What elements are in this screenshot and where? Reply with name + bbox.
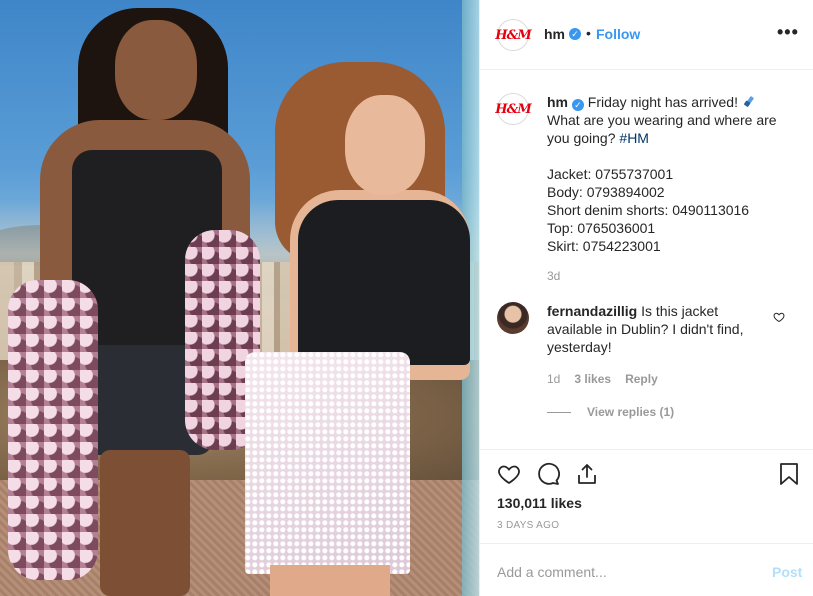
comment-timestamp[interactable]: 1d [547, 372, 560, 386]
comments-section[interactable]: H&M hm ✓ Friday night has arrived! What … [480, 71, 813, 448]
like-button[interactable] [496, 461, 522, 487]
reply-button[interactable]: Reply [625, 372, 658, 386]
caption-timestamp[interactable]: 3d [547, 269, 560, 283]
model-2-skirt [245, 352, 410, 574]
share-icon [578, 464, 596, 484]
verified-icon: ✓ [571, 99, 584, 111]
brand-logo: H&M [495, 27, 531, 43]
post-header: H&M hm ✓ • Follow ••• [480, 0, 813, 70]
caption-item-body: Body: 0793894002 [547, 184, 665, 200]
post-date[interactable]: 3 DAYS AGO [497, 520, 559, 531]
caption-line-2: What are you wearing and where are you g… [547, 112, 777, 146]
profile-avatar[interactable]: H&M [495, 19, 532, 51]
profile-username[interactable]: hm [544, 26, 565, 42]
heart-icon [498, 465, 520, 485]
instagram-post: H&M hm ✓ • Follow ••• H&M hm ✓ Friday ni… [0, 0, 813, 596]
caption-text: hm ✓ Friday night has arrived! What are … [547, 93, 797, 255]
caption-username[interactable]: hm [547, 94, 568, 110]
caption-avatar[interactable]: H&M [495, 93, 532, 125]
comment-button[interactable] [535, 461, 561, 487]
comment-text: fernandazillig Is this jacket available … [547, 302, 767, 356]
view-replies-label: View replies (1) [587, 405, 675, 419]
view-replies-button[interactable]: View replies (1) [547, 405, 674, 419]
lipstick-emoji-icon [743, 96, 754, 107]
comment-bubble-icon [538, 462, 560, 485]
caption-line-1: Friday night has arrived! [587, 94, 738, 110]
brand-logo: H&M [495, 101, 531, 117]
comment-meta: 1d 3 likes Reply [547, 372, 658, 386]
comment-input[interactable] [497, 564, 747, 580]
comment-like-icon[interactable] [773, 311, 785, 323]
caption-item-shorts: Short denim shorts: 0490113016 [547, 202, 750, 218]
post-actions: 130,011 likes 3 DAYS AGO [480, 449, 813, 543]
post-comment-button[interactable]: Post [772, 564, 802, 580]
add-comment-bar: Post [480, 543, 813, 596]
verified-icon: ✓ [569, 28, 581, 40]
follow-button[interactable]: Follow [596, 26, 640, 42]
caption-item-jacket: Jacket: 0755737001 [547, 166, 674, 182]
save-button[interactable] [776, 461, 802, 487]
commenter-username[interactable]: fernandazillig [547, 303, 637, 319]
bookmark-icon [780, 463, 798, 485]
share-button[interactable] [574, 461, 600, 487]
separator-dot: • [586, 25, 591, 41]
model-1-legs [100, 450, 190, 596]
post-sidebar: H&M hm ✓ • Follow ••• H&M hm ✓ Friday ni… [479, 0, 813, 596]
model-2-top [298, 200, 470, 365]
model-2-face [345, 95, 425, 195]
caption-item-top: Top: 0765036001 [547, 220, 656, 236]
caption-item-skirt: Skirt: 0754223001 [547, 238, 661, 254]
replies-divider [547, 411, 571, 413]
hashtag-link[interactable]: #HM [619, 130, 649, 146]
model-2-legs [270, 565, 390, 596]
commenter-avatar[interactable] [497, 302, 529, 334]
comment-likes[interactable]: 3 likes [574, 372, 611, 386]
post-photo[interactable] [0, 0, 479, 596]
model-1-face [115, 20, 197, 120]
sequin-jacket-left [8, 280, 98, 580]
more-options-icon[interactable]: ••• [777, 22, 799, 43]
likes-count[interactable]: 130,011 likes [497, 495, 582, 511]
